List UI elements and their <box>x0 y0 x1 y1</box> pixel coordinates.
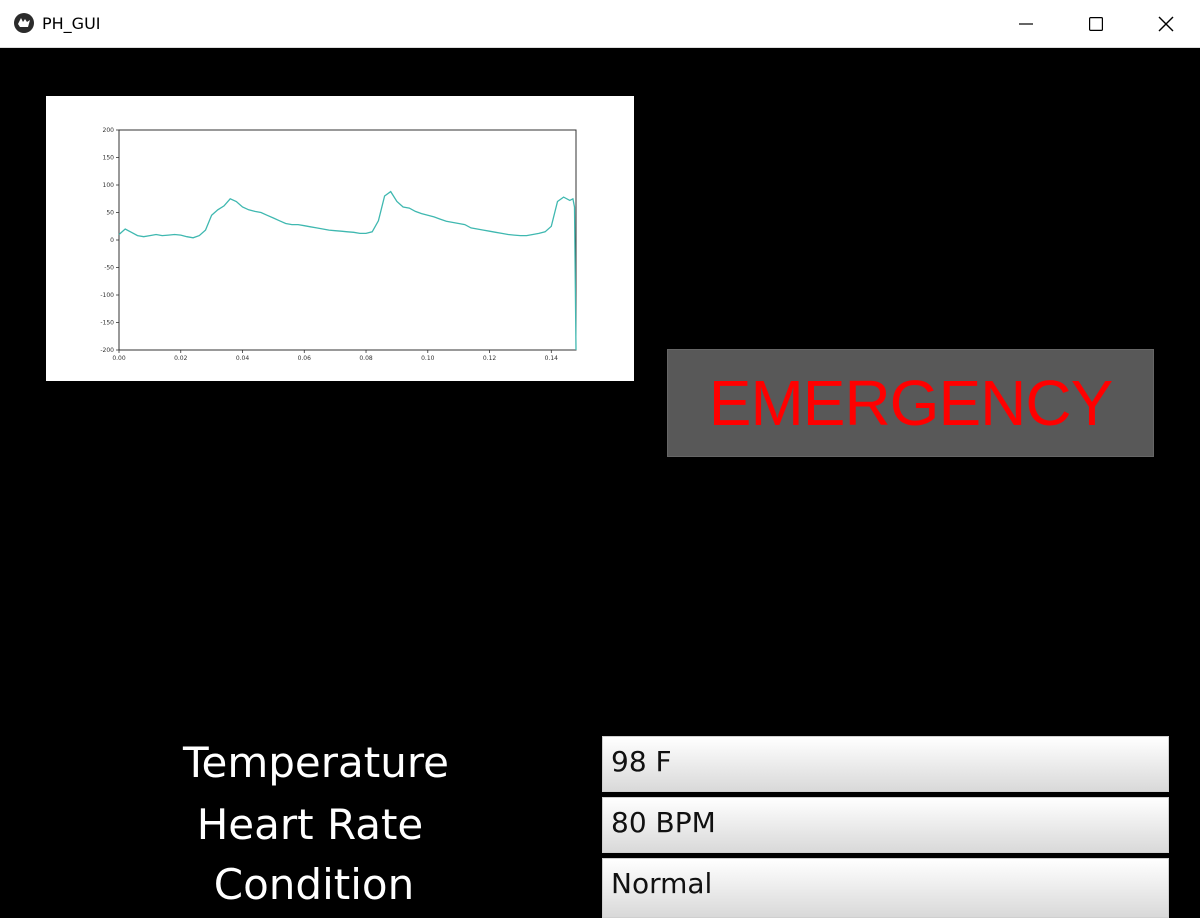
close-button[interactable] <box>1131 0 1200 47</box>
close-icon <box>1158 16 1174 31</box>
x-tick-label: 0.10 <box>421 355 435 362</box>
x-tick-label: 0.14 <box>545 355 559 362</box>
y-tick-label: 0 <box>110 237 114 244</box>
plot-frame <box>118 129 577 351</box>
x-tick-label: 0.12 <box>483 355 497 362</box>
heart-rate-field[interactable]: 80 BPM <box>602 797 1169 853</box>
x-tick-label: 0.04 <box>236 355 250 362</box>
y-tick-label: 100 <box>103 182 115 189</box>
x-tick-label: 0.08 <box>359 355 373 362</box>
x-tick-label: 0.06 <box>298 355 312 362</box>
y-tick-label: -200 <box>100 347 114 354</box>
y-tick-label: -50 <box>104 265 114 272</box>
temperature-label: Temperature <box>182 738 450 787</box>
series-line <box>118 190 577 351</box>
condition-label: Condition <box>213 860 415 909</box>
y-tick-label: 200 <box>103 127 115 134</box>
emergency-button[interactable]: EMERGENCY <box>667 349 1154 457</box>
minimize-button[interactable] <box>991 0 1061 47</box>
y-tick-label: 50 <box>106 210 114 217</box>
waveform-plot: 200 150 100 50 0 -50 -100 -150 -200 0.00 0.02 0.04 0… <box>46 96 634 381</box>
window-title: PH_GUI <box>42 14 101 33</box>
temperature-field[interactable]: 98 F <box>602 736 1169 792</box>
y-tick-label: -100 <box>100 292 114 299</box>
heart-rate-label: Heart Rate <box>196 800 424 849</box>
minimize-icon <box>1019 22 1033 25</box>
x-tick-label: 0.02 <box>174 355 188 362</box>
y-tick-label: -150 <box>100 320 114 327</box>
maximize-button[interactable] <box>1061 0 1131 47</box>
title-bar: PH_GUI <box>0 0 1200 48</box>
y-tick-label: 150 <box>103 155 115 162</box>
kivy-app-icon <box>14 13 34 33</box>
waveform-chart: 200 150 100 50 0 -50 -100 -150 -2000.00 0.02 0.04 0… <box>100 127 577 362</box>
condition-field[interactable]: Normal <box>602 858 1169 918</box>
x-tick-label: 0.00 <box>112 355 126 362</box>
maximize-icon <box>1089 16 1103 31</box>
